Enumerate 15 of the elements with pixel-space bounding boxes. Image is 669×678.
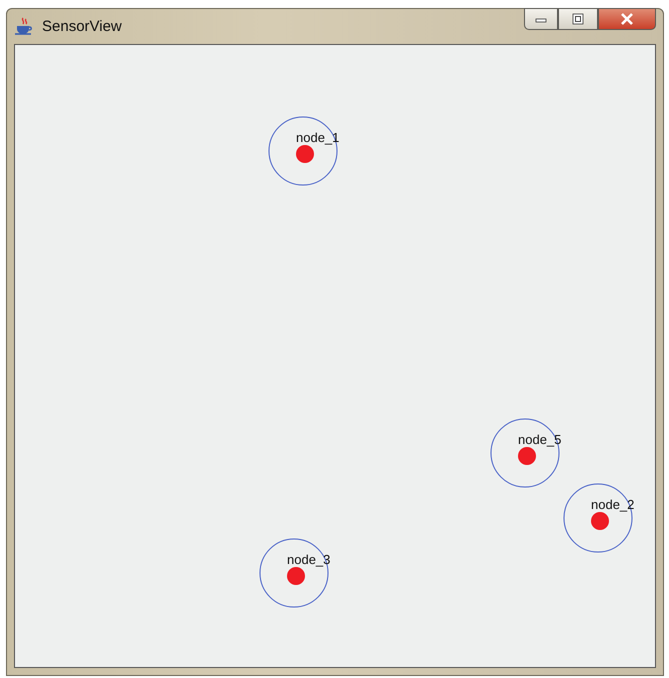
range-circle (490, 418, 560, 488)
window-title: SensorView (42, 18, 122, 35)
range-circle (564, 484, 632, 552)
maximize-button[interactable] (558, 8, 598, 30)
maximize-icon (572, 13, 584, 25)
close-icon (620, 13, 634, 25)
range-circle (268, 116, 338, 186)
coffee-cup-icon (14, 16, 34, 36)
minimize-button[interactable] (524, 8, 558, 30)
node-dot (518, 447, 536, 465)
node-dot (287, 567, 305, 585)
node-dot (591, 512, 609, 530)
range-circle (260, 538, 328, 608)
node-dot (296, 145, 314, 163)
close-button[interactable] (598, 8, 656, 30)
